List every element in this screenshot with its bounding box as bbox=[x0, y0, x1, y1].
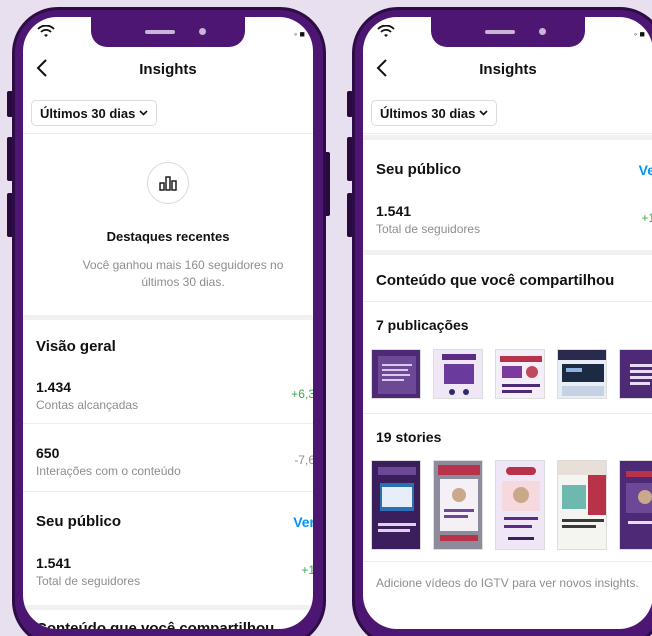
phone-right: ◦ ■ Insights Últimos 30 dias Seu público… bbox=[347, 7, 652, 636]
highlights-title: Destaques recentes bbox=[106, 229, 230, 244]
audience-section: Seu público Ver bbox=[23, 513, 313, 530]
post-thumbnail[interactable] bbox=[495, 349, 545, 399]
top-nav: Insights bbox=[363, 55, 652, 83]
audience-title: Seu público bbox=[36, 513, 122, 530]
range-row: Últimos 30 dias bbox=[363, 92, 652, 134]
page-title: Insights bbox=[479, 61, 537, 78]
metric-label: Total de seguidores bbox=[36, 574, 141, 588]
post-thumbnail[interactable] bbox=[371, 349, 421, 399]
wifi-icon bbox=[37, 25, 55, 37]
camera bbox=[199, 28, 206, 35]
overview-title: Visão geral bbox=[36, 338, 116, 355]
phone-left: ◦ ■ Insights Últimos 30 dias Destaques r… bbox=[7, 7, 330, 636]
audience-section: Seu público Ve bbox=[363, 161, 652, 178]
bar-chart-icon bbox=[147, 162, 189, 204]
metric-delta: +6,3 bbox=[291, 387, 313, 401]
top-nav: Insights bbox=[23, 55, 313, 83]
metric-value: 1.541 bbox=[376, 203, 412, 219]
highlights-line-1: Você ganhou mais 160 seguidores no bbox=[82, 258, 284, 272]
posts-row bbox=[371, 349, 652, 399]
metric-value: 1.434 bbox=[36, 379, 72, 395]
igtv-hint: Adicione vídeos do IGTV para ver novos i… bbox=[376, 576, 639, 590]
speaker bbox=[485, 30, 515, 34]
post-thumbnail[interactable] bbox=[619, 349, 652, 399]
metric-followers[interactable]: 1.541 Total de seguidores +1 bbox=[23, 555, 313, 588]
metric-delta: +1 bbox=[641, 211, 652, 225]
posts-count: 7 publicações bbox=[376, 317, 469, 333]
row-divider bbox=[23, 491, 313, 492]
stories-row bbox=[371, 460, 652, 550]
status-icons: ◦ ■ bbox=[633, 29, 645, 39]
chevron-down-icon bbox=[479, 110, 488, 116]
camera bbox=[539, 28, 546, 35]
see-all-link[interactable]: Ve bbox=[639, 162, 652, 178]
date-range-label: Últimos 30 dias bbox=[380, 105, 476, 121]
story-thumbnail[interactable] bbox=[433, 460, 483, 550]
section-divider bbox=[363, 250, 652, 255]
metric-delta: +1 bbox=[301, 563, 313, 577]
metric-followers[interactable]: 1.541 Total de seguidores +1 bbox=[363, 203, 652, 236]
stories-count: 19 stories bbox=[376, 429, 442, 445]
speaker bbox=[145, 30, 175, 34]
see-all-link[interactable]: Ver bbox=[293, 514, 313, 530]
row-divider bbox=[363, 561, 652, 562]
section-divider bbox=[363, 135, 652, 140]
shared-title: Conteúdo que você compartilhou bbox=[376, 272, 615, 289]
highlights-text: Você ganhou mais 160 seguidores no últim… bbox=[23, 257, 313, 291]
date-range-label: Últimos 30 dias bbox=[40, 105, 136, 121]
metric-delta: -7,6 bbox=[294, 453, 313, 467]
posts-header: 7 publicações bbox=[363, 317, 652, 333]
metric-label: Contas alcançadas bbox=[36, 398, 139, 412]
post-thumbnail[interactable] bbox=[557, 349, 607, 399]
shared-section: Conteúdo que você compartilhou bbox=[363, 272, 652, 289]
row-divider bbox=[363, 413, 652, 414]
notch bbox=[431, 17, 585, 47]
metric-value: 1.541 bbox=[36, 555, 72, 571]
metric-interactions[interactable]: 650 Interações com o conteúdo -7,6 bbox=[23, 445, 313, 478]
stories-header: 19 stories bbox=[363, 429, 652, 445]
metric-label: Interações com o conteúdo bbox=[36, 464, 181, 478]
date-range-dropdown[interactable]: Últimos 30 dias bbox=[371, 100, 498, 126]
range-row: Últimos 30 dias bbox=[23, 92, 313, 134]
chevron-down-icon bbox=[139, 110, 148, 116]
row-divider bbox=[363, 301, 652, 302]
status-icons: ◦ ■ bbox=[293, 29, 305, 39]
screen: ◦ ■ Insights Últimos 30 dias Destaques r… bbox=[23, 17, 313, 629]
overview-section: Visão geral bbox=[23, 338, 313, 355]
story-thumbnail[interactable] bbox=[495, 460, 545, 550]
highlights-line-2: últimos 30 dias. bbox=[141, 275, 225, 289]
wifi-icon bbox=[377, 25, 395, 37]
metric-reached[interactable]: 1.434 Contas alcançadas +6,3 bbox=[23, 379, 313, 412]
metric-label: Total de seguidores bbox=[376, 222, 481, 236]
audience-title: Seu público bbox=[376, 161, 462, 178]
shared-section-partial: Conteúdo que você compartilhou bbox=[23, 620, 313, 629]
story-thumbnail[interactable] bbox=[557, 460, 607, 550]
shared-title: Conteúdo que você compartilhou bbox=[36, 620, 275, 629]
story-thumbnail[interactable] bbox=[371, 460, 421, 550]
story-thumbnail[interactable] bbox=[619, 460, 652, 550]
notch bbox=[91, 17, 245, 47]
page-title: Insights bbox=[139, 61, 197, 78]
section-divider bbox=[23, 315, 313, 320]
metric-value: 650 bbox=[36, 445, 60, 461]
post-thumbnail[interactable] bbox=[433, 349, 483, 399]
row-divider bbox=[23, 423, 313, 424]
section-divider bbox=[23, 605, 313, 610]
screen: ◦ ■ Insights Últimos 30 dias Seu público… bbox=[363, 17, 652, 629]
date-range-dropdown[interactable]: Últimos 30 dias bbox=[31, 100, 158, 126]
